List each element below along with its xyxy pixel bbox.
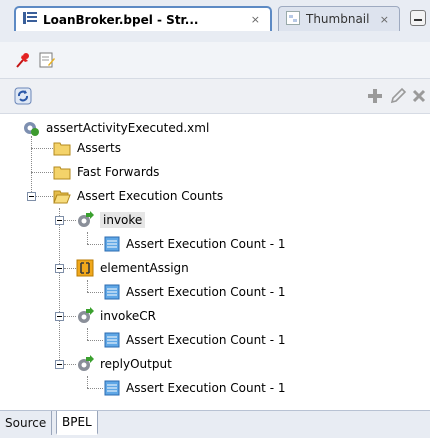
delete-icon[interactable] — [410, 87, 428, 105]
tree-node-assert-count[interactable]: Assert Execution Count - 1 — [104, 376, 285, 400]
tab-loanbroker-structure[interactable]: LoanBroker.bpel - Str... × — [14, 6, 272, 31]
tree-node-label: Fast Forwards — [77, 165, 160, 179]
editor-tab-strip: LoanBroker.bpel - Str... × Thumbnail × — [0, 0, 430, 42]
tree-node-label: assertActivityExecuted.xml — [46, 121, 210, 135]
tree-node-label: Assert Execution Count - 1 — [126, 285, 286, 299]
structure-toolbar — [0, 42, 430, 79]
tree-node-label: invoke — [100, 212, 146, 228]
collapse-toggle[interactable] — [55, 216, 64, 225]
gear-file-icon — [24, 122, 39, 136]
tree-node-assert-count[interactable]: Assert Execution Count - 1 — [104, 232, 285, 256]
tree-node-label: Asserts — [77, 141, 121, 155]
invoke-icon — [78, 355, 94, 371]
tree-toolbar — [0, 79, 430, 114]
collapse-toggle[interactable] — [27, 192, 36, 201]
tree-node-invokecr[interactable]: invokeCR — [76, 304, 156, 328]
tree-node-label: Assert Execution Counts — [77, 189, 224, 203]
assertion-tree: assertActivityExecuted.xml Asserts Fast … — [0, 114, 430, 410]
assign-icon — [76, 259, 94, 277]
tab-close-icon[interactable]: × — [251, 13, 260, 26]
tree-node-asserts[interactable]: Asserts — [53, 136, 121, 160]
tree-node-label: elementAssign — [100, 261, 189, 275]
collapse-toggle[interactable] — [55, 312, 64, 321]
collapse-toggle[interactable] — [55, 360, 64, 369]
invoke-icon — [78, 211, 94, 227]
view-tabs: Source BPEL — [0, 410, 430, 438]
tab-thumbnail[interactable]: Thumbnail × — [278, 6, 400, 31]
tree-node-label: Assert Execution Count - 1 — [126, 381, 286, 395]
refresh-icon[interactable] — [14, 87, 32, 105]
tree-node-execution-counts[interactable]: Assert Execution Counts — [53, 184, 223, 208]
tab-label: Thumbnail — [306, 12, 370, 26]
tree-node-label: Assert Execution Count - 1 — [126, 237, 286, 251]
tree-node-invoke[interactable]: invoke — [76, 208, 146, 232]
pin-icon[interactable] — [14, 51, 32, 69]
assert-count-icon — [104, 236, 120, 252]
assert-count-icon — [104, 332, 120, 348]
tree-node-label: invokeCR — [100, 309, 157, 323]
invoke-icon — [78, 307, 94, 323]
folder-icon — [53, 142, 71, 156]
assert-count-icon — [104, 284, 120, 300]
assert-count-icon — [104, 380, 120, 396]
tree-node-assert-count[interactable]: Assert Execution Count - 1 — [104, 328, 285, 352]
edit-icon[interactable] — [38, 51, 56, 69]
tab-source[interactable]: Source — [0, 411, 53, 435]
tree-node-label: replyOutput — [100, 357, 172, 371]
tab-close-icon[interactable]: × — [380, 13, 389, 26]
tree-node-assert-count[interactable]: Assert Execution Count - 1 — [104, 280, 285, 304]
add-icon[interactable] — [366, 87, 384, 105]
folder-icon — [53, 166, 71, 180]
tab-bpel[interactable]: BPEL — [56, 411, 98, 435]
thumbnail-icon — [285, 10, 301, 29]
tree-node-fast-forwards[interactable]: Fast Forwards — [53, 160, 159, 184]
minimize-button[interactable] — [410, 10, 426, 26]
edit-pencil-icon[interactable] — [389, 87, 407, 105]
tree-node-label: Assert Execution Count - 1 — [126, 333, 286, 347]
tab-label: LoanBroker.bpel - Str... — [43, 12, 199, 27]
tree-node-elementassign[interactable]: elementAssign — [76, 256, 189, 280]
tree-node-replyoutput[interactable]: replyOutput — [76, 352, 172, 376]
structure-icon — [22, 10, 38, 29]
collapse-toggle[interactable] — [55, 264, 64, 273]
folder-open-icon — [53, 190, 71, 204]
